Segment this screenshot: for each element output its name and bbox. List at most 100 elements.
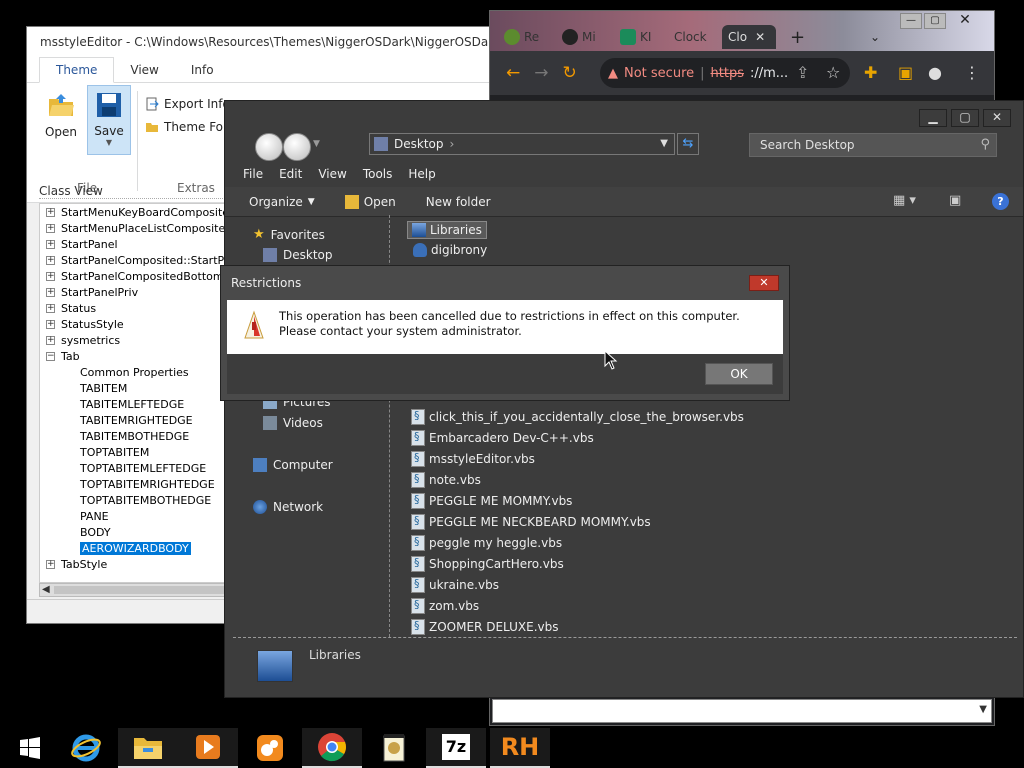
tree-item[interactable]: TABITEMBOTHEDGE — [40, 428, 238, 444]
open-button[interactable]: Open — [41, 91, 81, 139]
new-tab-button[interactable]: + — [790, 25, 805, 49]
forward-button[interactable] — [283, 133, 311, 161]
nav-computer[interactable]: Computer — [253, 458, 333, 472]
chrome-bottom-dropdown[interactable]: ▼ — [492, 699, 992, 723]
address-breadcrumb[interactable]: Desktop › ▼ — [369, 133, 675, 155]
chrome-tab-active[interactable]: Clo ✕ — [722, 25, 776, 49]
file-item[interactable]: note.vbs — [411, 472, 481, 488]
class-view-tree[interactable]: +StartMenuKeyBoardComposited::Toolbar+St… — [39, 203, 239, 583]
collapse-icon[interactable]: − — [46, 351, 55, 361]
open-button[interactable]: Open — [344, 194, 396, 209]
tree-item[interactable]: TABITEMLEFTEDGE — [40, 396, 238, 412]
tree-horizontal-scrollbar[interactable]: ◀ — [39, 583, 239, 597]
tree-item[interactable]: + sysmetrics — [40, 332, 238, 348]
chrome-tab-1[interactable]: Re — [504, 25, 554, 49]
chevron-down-icon[interactable]: ▼ — [979, 704, 987, 715]
menu-help[interactable]: Help — [408, 167, 435, 181]
taskbar-uc-browser[interactable] — [240, 728, 300, 768]
extensions-icon[interactable]: ✚ — [864, 63, 877, 82]
reload-icon[interactable]: ↻ — [563, 63, 577, 83]
expand-icon[interactable]: + — [46, 319, 55, 329]
scroll-left-icon[interactable]: ◀ — [42, 584, 50, 595]
file-item[interactable]: PEGGLE ME NECKBEARD MOMMY.vbs — [411, 514, 651, 530]
start-button[interactable] — [0, 728, 60, 768]
tree-item[interactable]: PANE — [40, 508, 238, 524]
menu-tools[interactable]: Tools — [363, 167, 393, 181]
taskbar-internet-explorer[interactable] — [56, 728, 116, 768]
tree-item[interactable]: AEROWIZARDBODY — [40, 540, 238, 556]
menu-edit[interactable]: Edit — [279, 167, 302, 181]
expand-icon[interactable]: + — [46, 223, 55, 233]
maximize-button[interactable]: ▢ — [924, 13, 946, 29]
save-button[interactable]: Save ▼ — [87, 85, 131, 155]
expand-icon[interactable]: + — [46, 335, 55, 345]
menu-file[interactable]: File — [243, 167, 263, 181]
expand-icon[interactable]: + — [46, 287, 55, 297]
taskbar-resource-hacker[interactable]: RH — [490, 728, 550, 768]
warning-icon[interactable]: ▲ — [608, 66, 618, 81]
preview-pane-icon[interactable]: ▣ — [949, 193, 961, 208]
tree-item[interactable]: − Tab — [40, 348, 238, 364]
close-tab-icon[interactable]: ✕ — [755, 30, 765, 44]
tree-item[interactable]: + Status — [40, 300, 238, 316]
tree-item[interactable]: TOPTABITEMRIGHTEDGE — [40, 476, 238, 492]
file-item[interactable]: peggle my heggle.vbs — [411, 535, 562, 551]
expand-icon[interactable]: + — [46, 303, 55, 313]
help-icon[interactable]: ? — [992, 193, 1009, 210]
forward-arrow-icon[interactable]: → — [534, 63, 548, 83]
tab-theme[interactable]: Theme — [39, 57, 115, 83]
maximize-button[interactable]: ▢ — [951, 109, 979, 127]
taskbar-notepad[interactable] — [364, 728, 424, 768]
tree-item[interactable]: TABITEM — [40, 380, 238, 396]
chrome-tab-2[interactable]: Mi — [562, 25, 612, 49]
nav-network[interactable]: Network — [253, 500, 323, 514]
tree-item[interactable]: + StartPanel — [40, 236, 238, 252]
file-item[interactable]: ZOOMER DELUXE.vbs — [411, 619, 558, 635]
search-icon[interactable]: ⚲ — [980, 137, 990, 152]
tree-item[interactable]: + TabStyle — [40, 556, 238, 572]
address-bar[interactable]: ▲ Not secure | https://m... — [600, 58, 850, 88]
file-item[interactable]: Embarcadero Dev-C++.vbs — [411, 430, 594, 446]
chevron-right-icon[interactable]: › — [450, 137, 455, 151]
chrome-tab-4[interactable]: Clock — [674, 25, 722, 49]
view-options-icon[interactable]: ▦ ▾ — [893, 193, 916, 208]
expand-icon[interactable]: + — [46, 559, 55, 569]
file-item[interactable]: click_this_if_you_accidentally_close_the… — [411, 409, 744, 425]
nav-favorites[interactable]: ★ Favorites — [253, 227, 325, 242]
file-item[interactable]: ukraine.vbs — [411, 577, 499, 593]
menu-kebab-icon[interactable]: ⋮ — [964, 63, 980, 82]
minimize-button[interactable]: — — [900, 13, 922, 29]
expand-icon[interactable]: + — [46, 239, 55, 249]
file-item[interactable]: PEGGLE ME MOMMY.vbs — [411, 493, 572, 509]
taskbar-file-explorer[interactable] — [118, 728, 178, 768]
tree-item[interactable]: Common Properties — [40, 364, 238, 380]
tree-item[interactable]: + StatusStyle — [40, 316, 238, 332]
dialog-close-button[interactable]: ✕ — [749, 275, 779, 291]
taskbar-chrome[interactable] — [302, 728, 362, 768]
search-input[interactable]: Search Desktop ⚲ — [749, 133, 997, 157]
taskbar-7zip[interactable]: 7z — [426, 728, 486, 768]
close-window-button[interactable]: ✕ — [983, 109, 1011, 127]
chrome-tab-3[interactable]: KI — [620, 25, 670, 49]
tree-item[interactable]: + StartMenuPlaceListComposited::ListView — [40, 220, 238, 236]
nav-desktop[interactable]: Desktop — [263, 248, 333, 262]
file-item[interactable]: zom.vbs — [411, 598, 479, 614]
organize-button[interactable]: Organize ▼ — [249, 195, 315, 209]
tab-search-icon[interactable]: ⌄ — [870, 25, 880, 49]
ok-button[interactable]: OK — [705, 363, 773, 385]
taskbar-media-player[interactable] — [178, 728, 238, 768]
recent-pages-icon[interactable]: ▼ — [313, 139, 320, 149]
tree-item[interactable]: BODY — [40, 524, 238, 540]
scroll-thumb[interactable] — [54, 586, 234, 594]
share-icon[interactable]: ⇪ — [796, 63, 809, 82]
tree-item[interactable]: + StartPanelCompositedBottom::StartPanelP… — [40, 268, 238, 284]
expand-icon[interactable]: + — [46, 207, 55, 217]
close-window-button[interactable]: ✕ — [954, 13, 976, 29]
tree-item[interactable]: + StartPanelComposited::StartPanelPriv — [40, 252, 238, 268]
file-item[interactable]: msstyleEditor.vbs — [411, 451, 535, 467]
new-folder-button[interactable]: New folder — [426, 195, 491, 209]
file-item-user[interactable]: digibrony — [413, 243, 487, 257]
tree-item[interactable]: + StartMenuKeyBoardComposited::Toolbar — [40, 204, 238, 220]
tree-item[interactable]: TOPTABITEM — [40, 444, 238, 460]
tab-info[interactable]: Info — [175, 58, 230, 82]
